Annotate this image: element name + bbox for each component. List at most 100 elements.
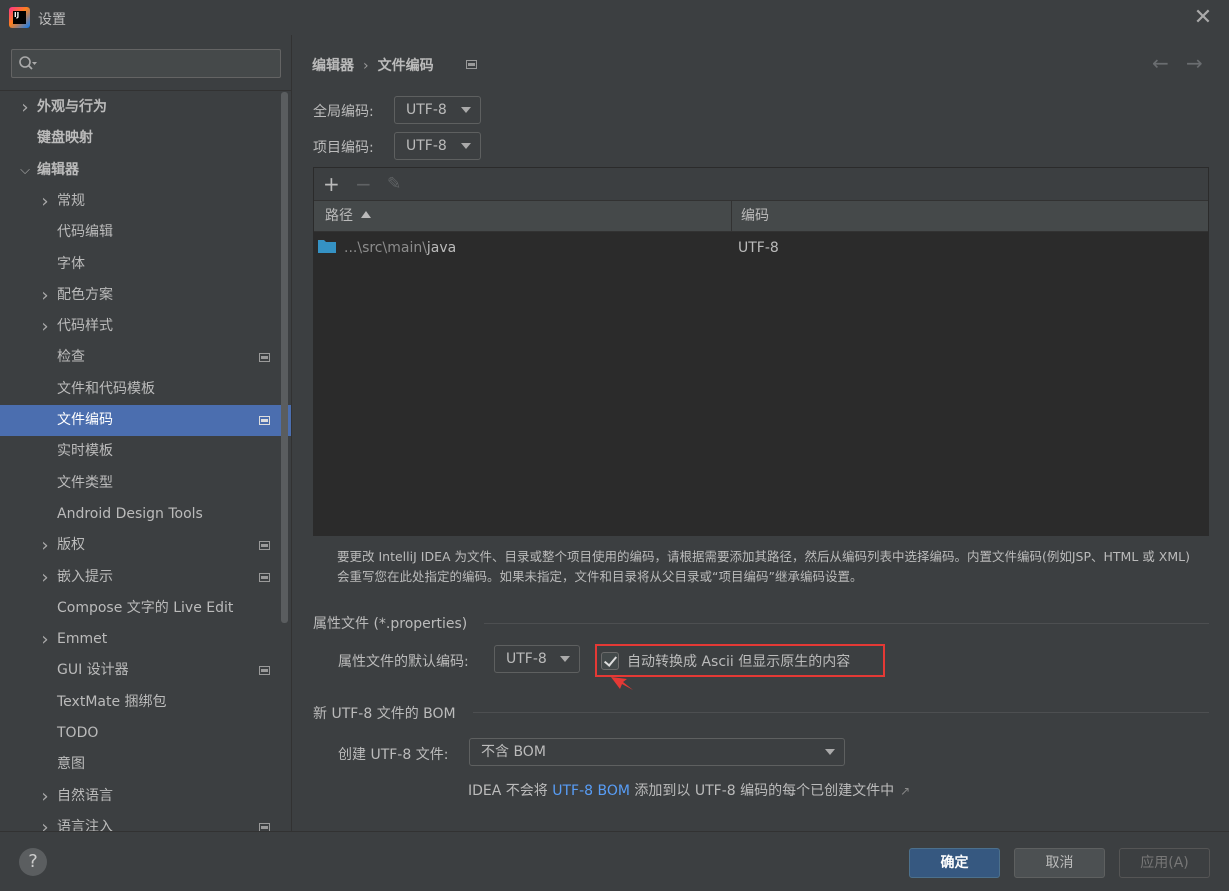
section-divider (473, 712, 1209, 713)
project-scope-icon (466, 60, 477, 69)
chevron-right-icon[interactable]: › (38, 186, 52, 217)
dropdown-arrow-icon (461, 143, 471, 149)
global-encoding-select[interactable]: UTF-8 (394, 96, 481, 124)
dialog-footer: ? 确定 取消 应用(A) (0, 831, 1229, 891)
sidebar-item[interactable]: › 自然语言 (0, 781, 280, 812)
sidebar-item[interactable]: TODO (0, 718, 280, 749)
chevron-right-icon[interactable]: › (38, 812, 52, 831)
window-title: 设置 (38, 12, 66, 28)
table-row[interactable]: ...\src\main\java UTF-8 (314, 232, 1208, 264)
row-path-tail: java (426, 240, 457, 256)
remove-icon[interactable]: − (355, 171, 372, 197)
sidebar-item[interactable]: Android Design Tools (0, 499, 280, 530)
encoding-help-text: 要更改 IntelliJ IDEA 为文件、目录或整个项目使用的编码，请根据需要… (337, 549, 1190, 584)
sidebar-item[interactable]: 检查 (0, 342, 280, 373)
sidebar-item[interactable]: 意图 (0, 749, 280, 780)
title-bar: IJ 设置 ✕ (0, 0, 1229, 35)
forward-arrow-icon[interactable]: → (1186, 51, 1203, 75)
sidebar-item-label: 常规 (57, 192, 85, 209)
create-utf8-bom-select[interactable]: 不含 BOM (469, 738, 845, 766)
utf8-bom-link[interactable]: UTF-8 BOM (552, 783, 630, 799)
apply-button[interactable]: 应用(A) (1119, 848, 1210, 878)
sidebar-item[interactable]: › 语言注入 (0, 812, 280, 831)
sidebar-item[interactable]: 字体 (0, 249, 280, 280)
sort-ascending-icon (361, 211, 371, 218)
chevron-right-icon[interactable]: › (38, 562, 52, 593)
chevron-down-icon[interactable]: ⌵ (18, 155, 32, 186)
sidebar-item-label: 检查 (57, 349, 85, 366)
add-icon[interactable]: + (323, 171, 340, 197)
annotation-arrow-icon (611, 677, 633, 690)
sidebar-item[interactable]: GUI 设计器 (0, 655, 280, 686)
chevron-right-icon[interactable]: › (38, 530, 52, 561)
project-scope-icon (259, 666, 270, 676)
sidebar-item-label: TextMate 捆绑包 (57, 693, 167, 710)
sidebar-item[interactable]: 键盘映射 (0, 123, 280, 154)
sidebar-item[interactable]: › 代码样式 (0, 311, 280, 342)
properties-encoding-value: UTF-8 (506, 651, 547, 667)
table-header: 路径 编码 (314, 200, 1208, 232)
app-icon-text: IJ (13, 11, 26, 24)
external-link-icon[interactable]: ↗ (900, 784, 910, 798)
row-encoding[interactable]: UTF-8 (738, 232, 779, 264)
path-encoding-table: + − ✎ 路径 编码 ...\src\main\java UTF-8 (313, 167, 1209, 536)
settings-search-input[interactable] (46, 52, 276, 75)
chevron-right-icon[interactable]: › (38, 311, 52, 342)
breadcrumb-parent[interactable]: 编辑器 (312, 58, 354, 74)
sidebar-item-label: Android Design Tools (57, 505, 203, 522)
cancel-button[interactable]: 取消 (1014, 848, 1105, 878)
create-utf8-bom-value: 不含 BOM (481, 744, 546, 760)
ok-button[interactable]: 确定 (909, 848, 1000, 878)
row-path-prefix: ...\src\main\ (344, 240, 427, 256)
sidebar-item-label: 自然语言 (57, 787, 113, 804)
sidebar-item[interactable]: 代码编辑 (0, 217, 280, 248)
properties-encoding-select[interactable]: UTF-8 (494, 645, 580, 673)
column-divider[interactable] (731, 201, 732, 231)
breadcrumb-separator: › (363, 58, 369, 74)
chevron-right-icon[interactable]: › (38, 280, 52, 311)
project-scope-icon (259, 822, 270, 831)
sidebar-item[interactable]: › 常规 (0, 186, 280, 217)
sidebar-item[interactable]: › 外观与行为 (0, 92, 280, 123)
sidebar-item[interactable]: › 嵌入提示 (0, 562, 280, 593)
sidebar-item-label: 版权 (57, 537, 85, 554)
settings-search-box[interactable] (11, 49, 281, 78)
global-encoding-label: 全局编码: (313, 104, 374, 120)
chevron-right-icon[interactable]: › (38, 781, 52, 812)
column-header-path[interactable]: 路径 (325, 201, 371, 231)
row-path: ...\src\main\java (344, 232, 456, 264)
back-arrow-icon[interactable]: ← (1152, 51, 1169, 75)
sidebar-item-label: 嵌入提示 (57, 568, 113, 585)
settings-sidebar: › 外观与行为 键盘映射 ⌵ 编辑器 › 常规 代码编辑 字体 › 配色方案 › 代码样式 检查 文件和代码… (0, 35, 291, 831)
close-icon[interactable]: ✕ (1191, 6, 1215, 30)
table-body: ...\src\main\java UTF-8 (314, 232, 1208, 535)
dropdown-arrow-icon (461, 107, 471, 113)
chevron-right-icon[interactable]: › (38, 624, 52, 655)
sidebar-item[interactable]: 文件和代码模板 (0, 374, 280, 405)
project-scope-icon (259, 572, 270, 582)
sidebar-scrollbar[interactable] (281, 92, 288, 623)
sidebar-item[interactable]: 文件类型 (0, 468, 280, 499)
help-button[interactable]: ? (19, 848, 47, 876)
sidebar-item[interactable]: 文件编码 (0, 405, 291, 436)
chevron-right-icon[interactable]: › (18, 92, 32, 123)
project-scope-icon (259, 416, 270, 425)
sidebar-item[interactable]: 实时模板 (0, 436, 280, 467)
sidebar-item-label: 语言注入 (57, 818, 113, 831)
column-header-path-label: 路径 (325, 208, 353, 224)
project-encoding-value: UTF-8 (406, 138, 447, 154)
breadcrumb-current: 文件编码 (377, 58, 434, 74)
column-header-encoding[interactable]: 编码 (741, 201, 769, 231)
sidebar-item[interactable]: TextMate 捆绑包 (0, 687, 280, 718)
project-encoding-select[interactable]: UTF-8 (394, 132, 481, 160)
bom-note: IDEA 不会将 UTF-8 BOM 添加到以 UTF-8 编码的每个已创建文件… (468, 780, 910, 800)
sidebar-item-label: GUI 设计器 (57, 662, 129, 679)
bom-section-title: 新 UTF-8 文件的 BOM (313, 706, 456, 722)
sidebar-item[interactable]: › Emmet (0, 624, 280, 655)
sidebar-item[interactable]: › 版权 (0, 530, 280, 561)
sidebar-item[interactable]: ⌵ 编辑器 (0, 155, 280, 186)
sidebar-item[interactable]: › 配色方案 (0, 280, 280, 311)
sidebar-item[interactable]: Compose 文字的 Live Edit (0, 593, 280, 624)
edit-icon[interactable]: ✎ (387, 171, 401, 197)
sidebar-item-label: TODO (57, 725, 99, 741)
